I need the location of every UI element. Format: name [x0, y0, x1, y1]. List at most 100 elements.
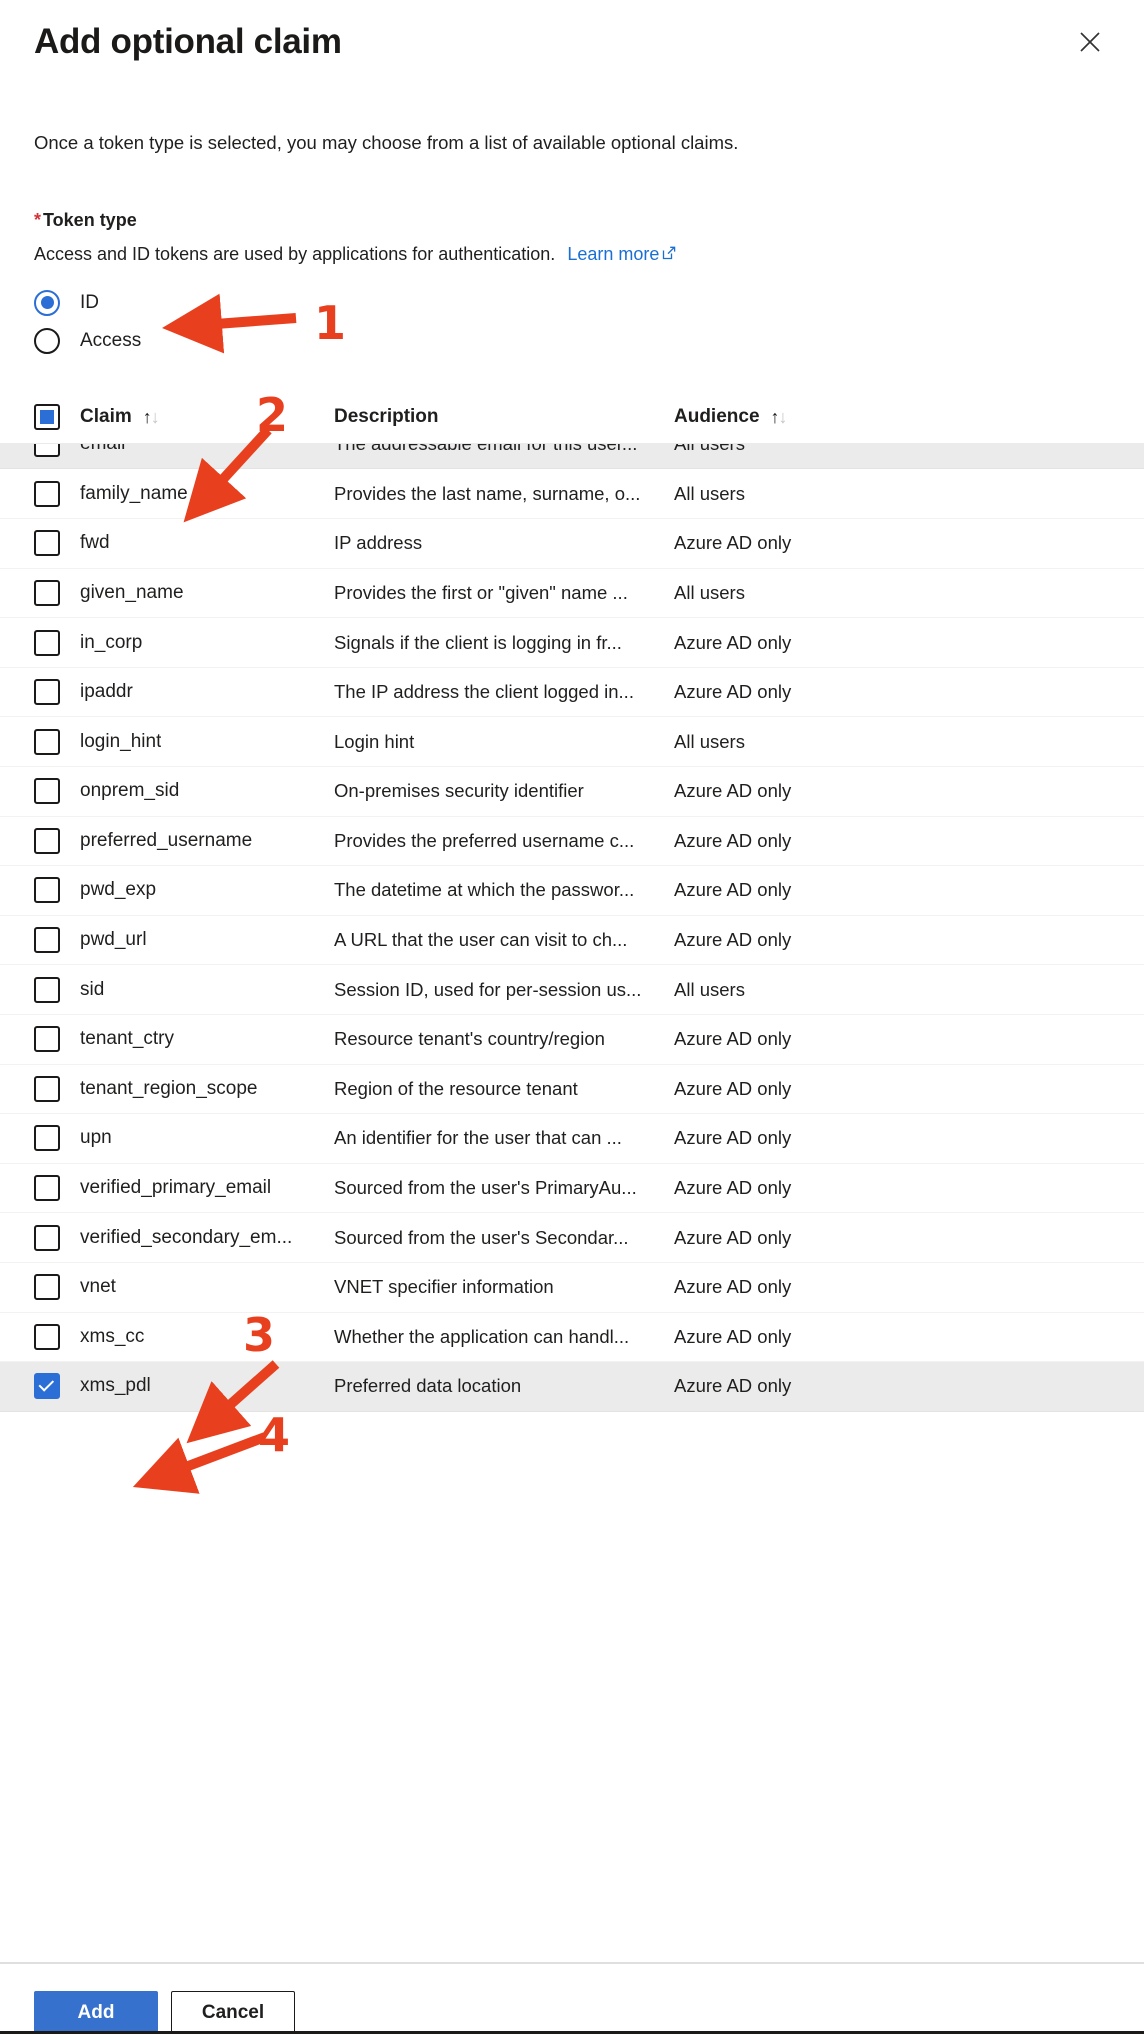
claim-name: tenant_ctry [80, 1028, 174, 1050]
claim-cell: tenant_region_scope [34, 1075, 334, 1102]
claim-row-checkbox[interactable] [34, 778, 60, 805]
table-row[interactable]: onprem_sid On-premises security identifie… [0, 766, 1144, 817]
table-row[interactable]: given_name Provides the first or "given" … [0, 568, 1144, 619]
claim-row-checkbox[interactable] [34, 877, 60, 904]
column-header-audience[interactable]: Audience ↑↓ [674, 406, 1110, 428]
claim-audience: Azure AD only [674, 532, 792, 554]
claim-description: An identifier for the user that can ... [334, 1127, 622, 1149]
claim-row-checkbox[interactable] [34, 827, 60, 854]
dialog-footer: Add Cancel [0, 1963, 1144, 2034]
claim-row-checkbox[interactable] [34, 1026, 60, 1053]
claim-audience: Azure AD only [674, 1028, 792, 1050]
table-row[interactable]: upn An identifier for the user that can .… [0, 1114, 1144, 1164]
column-header-claim[interactable]: Claim ↑↓ [34, 404, 334, 431]
table-row[interactable]: preferred_username Provides the preferred… [0, 816, 1144, 867]
add-button[interactable]: Add [34, 1991, 158, 2034]
sort-toggle-audience-icon[interactable]: ↑↓ [770, 406, 788, 428]
token-type-section: * Token type Access and ID tokens are use… [0, 209, 1144, 360]
claim-name: email [80, 444, 125, 455]
claim-cell: sid [34, 976, 334, 1003]
token-type-description: Access and ID tokens are used by applica… [34, 242, 1110, 267]
claim-audience: Azure AD only [674, 1325, 792, 1347]
token-type-radio-access-label: Access [80, 329, 142, 351]
claim-row-checkbox[interactable] [34, 480, 60, 507]
claim-description: The datetime at which the passwor... [334, 879, 635, 901]
table-row[interactable]: pwd_exp The datetime at which the passwor… [0, 866, 1144, 916]
claim-audience: All users [674, 444, 1110, 455]
table-row[interactable]: vnet VNET specifier information Azure AD o… [0, 1262, 1144, 1313]
table-row[interactable]: email The addressable email for this user… [0, 443, 1144, 470]
table-row[interactable]: pwd_url A URL that the user can visit to … [0, 915, 1144, 966]
claim-name: preferred_username [80, 829, 253, 851]
claim-row-checkbox[interactable] [34, 1373, 60, 1400]
claim-row-checkbox[interactable] [34, 1323, 60, 1350]
token-type-label: * Token type [34, 209, 1110, 232]
claim-description: Provides the first or "given" name ... [334, 581, 628, 603]
claim-audience: Azure AD only [674, 1177, 792, 1199]
claim-row-checkbox[interactable] [34, 728, 60, 755]
claim-audience: Azure AD only [674, 1077, 792, 1099]
claim-row-checkbox[interactable] [34, 927, 60, 954]
table-row[interactable]: ipaddr The IP address the client logged i… [0, 667, 1144, 718]
claim-cell: xms_cc [34, 1323, 334, 1350]
claim-row-checkbox[interactable] [34, 443, 60, 458]
claim-cell: xms_pdl [34, 1373, 334, 1400]
learn-more-link[interactable]: Learn more [567, 244, 677, 264]
claim-audience: Azure AD only [674, 681, 792, 703]
dialog-intro-text: Once a token type is selected, you may c… [34, 132, 739, 154]
claim-description: Whether the application can handl... [334, 1325, 630, 1347]
table-row[interactable]: xms_pdl Preferred data location Azure AD o… [0, 1362, 1144, 1412]
token-type-radio-access[interactable]: Access [34, 322, 1110, 360]
table-row[interactable]: login_hint Login hint All users [0, 717, 1144, 767]
close-icon[interactable] [1070, 22, 1110, 62]
table-row[interactable]: xms_cc Whether the application can handl.… [0, 1312, 1144, 1363]
claims-table-header: Claim ↑↓ Description Audience ↑↓ [0, 391, 1144, 444]
claim-row-checkbox[interactable] [34, 579, 60, 606]
claim-name: xms_pdl [80, 1375, 151, 1397]
claim-row-checkbox[interactable] [34, 629, 60, 656]
radio-unselected-icon [34, 327, 60, 354]
claim-description: Provides the preferred username c... [334, 829, 635, 851]
column-header-audience-label: Audience [674, 406, 760, 428]
sort-toggle-claim-icon[interactable]: ↑↓ [143, 406, 160, 428]
claim-row-checkbox[interactable] [34, 530, 60, 557]
claim-name: sid [80, 978, 105, 1000]
claims-table-body[interactable]: email The addressable email for this user… [0, 443, 1144, 1963]
table-row[interactable]: tenant_ctry Resource tenant's country/reg… [0, 1014, 1144, 1065]
claim-description: Login hint [334, 730, 415, 752]
claim-row-checkbox[interactable] [34, 1274, 60, 1301]
sort-descending-icon: ↓ [150, 406, 160, 427]
claim-name: xms_cc [80, 1325, 145, 1347]
claim-description: Provides the last name, surname, o... [334, 482, 641, 504]
claim-row-checkbox[interactable] [34, 1175, 60, 1202]
cancel-button[interactable]: Cancel [171, 1991, 295, 2034]
claim-row-checkbox[interactable] [34, 679, 60, 706]
claim-audience: All users [674, 482, 745, 504]
claim-row-checkbox[interactable] [34, 1125, 60, 1152]
claim-description: The addressable email for this user... [334, 444, 674, 455]
claim-description: The IP address the client logged in... [334, 681, 634, 703]
claim-audience: Azure AD only [674, 631, 792, 653]
token-type-radio-id-label: ID [80, 291, 99, 313]
column-header-claim-label: Claim [80, 406, 132, 428]
column-header-description-label: Description [334, 406, 439, 428]
token-type-radio-id[interactable]: ID [34, 284, 1110, 322]
table-row[interactable]: verified_primary_email Sourced from the u… [0, 1163, 1144, 1214]
table-row[interactable]: family_name Provides the last name, surna… [0, 469, 1144, 520]
claim-row-checkbox[interactable] [34, 976, 60, 1003]
table-row[interactable]: tenant_region_scope Region of the resourc… [0, 1064, 1144, 1115]
sort-descending-icon: ↓ [778, 406, 788, 427]
table-row[interactable]: fwd IP address Azure AD only [0, 519, 1144, 569]
select-all-checkbox[interactable] [34, 404, 60, 431]
claim-description: Session ID, used for per-session us... [334, 978, 642, 1000]
sort-ascending-icon: ↑ [770, 406, 780, 427]
table-row[interactable]: verified_secondary_em... Sourced from the… [0, 1213, 1144, 1263]
column-header-description: Description [334, 406, 674, 428]
required-asterisk: * [34, 210, 42, 231]
add-optional-claim-dialog: Add optional claim Once a token type is … [0, 0, 1144, 2034]
token-type-radio-group[interactable]: ID Access [34, 284, 1110, 360]
claim-row-checkbox[interactable] [34, 1075, 60, 1102]
table-row[interactable]: in_corp Signals if the client is logging … [0, 618, 1144, 668]
table-row[interactable]: sid Session ID, used for per-session us..… [0, 965, 1144, 1015]
claim-row-checkbox[interactable] [34, 1224, 60, 1251]
